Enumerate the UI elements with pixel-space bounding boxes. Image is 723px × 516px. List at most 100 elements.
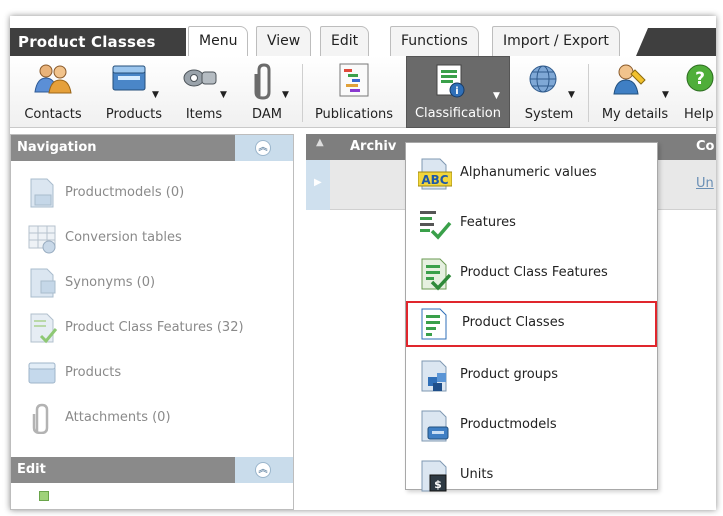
my-details-label: My details <box>601 107 669 122</box>
classification-icon: i <box>433 63 467 103</box>
navigation-title: Navigation <box>17 140 97 155</box>
row-selector[interactable]: ▶ <box>306 160 330 210</box>
classification-label: Classification <box>414 106 502 121</box>
menu-item-label: Features <box>460 215 516 230</box>
my-details-button[interactable]: ▼ My details <box>592 56 678 128</box>
product-class-features-icon <box>27 312 59 344</box>
products-label: Products <box>105 107 163 122</box>
column-header-archive[interactable]: Archiv <box>350 139 396 154</box>
tab-edit[interactable]: Edit <box>320 26 370 56</box>
nav-item-label: Product Class Features (32) <box>65 320 244 335</box>
system-button[interactable]: ▼ System <box>514 56 584 128</box>
menu-item-alphanumeric-values[interactable]: ABC Alphanumeric values <box>406 151 657 197</box>
collapse-up-icon: ︽ <box>255 140 271 156</box>
help-button[interactable]: ? Help <box>680 56 716 128</box>
menu-item-label: Alphanumeric values <box>460 165 597 180</box>
nav-item-conversion-tables[interactable]: Conversion tables <box>27 220 287 256</box>
menu-item-label: Product groups <box>460 367 559 382</box>
product-class-features-icon <box>418 257 452 291</box>
classification-button[interactable]: i ▼ Classification <box>406 56 510 128</box>
tab-bar: Product Classes Menu View Edit Functions… <box>10 16 716 56</box>
menu-item-label: Product Classes <box>462 315 565 330</box>
paperclip-icon <box>249 62 279 106</box>
productmodels-icon <box>418 409 450 443</box>
nav-item-products[interactable]: Products <box>27 355 287 391</box>
contacts-icon <box>33 62 73 98</box>
products-dropdown-arrow[interactable]: ▼ <box>152 90 159 100</box>
products-icon <box>27 357 59 389</box>
nav-item-attachments[interactable]: Attachments (0) <box>27 400 287 436</box>
conversion-table-icon <box>27 222 59 254</box>
items-button[interactable]: ▼ Items <box>172 56 236 128</box>
navigation-collapse-button[interactable]: ︽ <box>235 135 293 161</box>
nav-item-synonyms[interactable]: Synonyms (0) <box>27 265 287 301</box>
toolbar-separator <box>302 64 303 122</box>
products-icon <box>110 62 150 98</box>
dam-button[interactable]: ▼ DAM <box>238 56 296 128</box>
classification-dropdown-arrow[interactable]: ▼ <box>493 91 500 101</box>
menu-item-label: Units <box>460 467 494 482</box>
row-link[interactable]: Un <box>696 176 714 191</box>
units-icon: $ <box>418 459 450 493</box>
user-edit-icon <box>611 62 649 100</box>
system-label: System <box>524 107 574 122</box>
menu-item-features[interactable]: Features <box>406 201 657 247</box>
collapse-up-icon: ︽ <box>255 462 271 478</box>
toolbar-separator <box>588 64 589 122</box>
menu-item-productmodels[interactable]: Productmodels <box>406 403 657 449</box>
tab-bar-filler <box>636 28 716 56</box>
navigation-panel: Navigation ︽ Productmodels (0) Conversio… <box>10 134 294 510</box>
dam-dropdown-arrow[interactable]: ▼ <box>282 90 289 100</box>
tab-menu[interactable]: Menu <box>188 26 249 56</box>
paperclip-icon <box>27 402 59 435</box>
tab-view[interactable]: View <box>256 26 312 56</box>
product-classes-icon <box>418 307 450 341</box>
tab-import-export[interactable]: Import / Export <box>492 26 620 56</box>
menu-item-units[interactable]: $ Units <box>406 453 657 499</box>
row-arrow-icon: ▶ <box>314 177 322 188</box>
help-icon: ? <box>684 62 716 98</box>
column-header-co[interactable]: Co <box>696 139 714 154</box>
menu-item-product-class-features[interactable]: Product Class Features <box>406 251 657 297</box>
help-label: Help <box>684 107 714 122</box>
edit-checkbox[interactable] <box>39 491 49 501</box>
publications-button[interactable]: Publications <box>306 56 402 128</box>
menu-item-product-groups[interactable]: Product groups <box>406 353 657 399</box>
edit-header: Edit ︽ <box>11 457 293 483</box>
globe-icon <box>527 62 563 100</box>
contacts-button[interactable]: Contacts <box>10 56 96 128</box>
navigation-header: Navigation ︽ <box>11 135 293 161</box>
dam-label: DAM <box>252 107 282 122</box>
app-title: Product Classes <box>10 28 186 56</box>
svg-text:?: ? <box>695 69 705 89</box>
tab-functions[interactable]: Functions <box>390 26 479 56</box>
nav-item-label: Attachments (0) <box>65 410 171 425</box>
nav-item-productmodels[interactable]: Productmodels (0) <box>27 175 287 211</box>
publications-icon <box>337 62 371 102</box>
contacts-label: Contacts <box>24 107 82 122</box>
svg-text:$: $ <box>434 478 442 491</box>
nav-item-label: Conversion tables <box>65 230 182 245</box>
abc-icon: ABC <box>417 157 453 191</box>
edit-collapse-button[interactable]: ︽ <box>235 457 293 483</box>
main-toolbar: Contacts ▼ Products ▼ Items ▼ DAM Public… <box>10 56 716 128</box>
application-window: Product Classes Menu View Edit Functions… <box>10 16 716 510</box>
items-dropdown-arrow[interactable]: ▼ <box>220 90 227 100</box>
nav-item-label: Synonyms (0) <box>65 275 156 290</box>
products-button[interactable]: ▼ Products <box>98 56 170 128</box>
svg-text:ABC: ABC <box>421 173 448 187</box>
edit-title: Edit <box>17 462 46 477</box>
features-icon <box>418 207 452 241</box>
sort-up-icon[interactable]: ▲ <box>316 137 324 148</box>
menu-item-product-classes[interactable]: Product Classes <box>406 301 657 347</box>
nav-item-product-class-features[interactable]: Product Class Features (32) <box>27 310 287 346</box>
nav-item-label: Products <box>65 365 122 380</box>
system-dropdown-arrow[interactable]: ▼ <box>568 90 575 100</box>
svg-text:i: i <box>455 86 458 97</box>
menu-item-label: Product Class Features <box>460 265 608 280</box>
items-icon <box>180 62 220 98</box>
synonyms-icon <box>27 267 59 299</box>
my-details-dropdown-arrow[interactable]: ▼ <box>662 90 669 100</box>
productmodels-icon <box>27 177 59 209</box>
menu-item-label: Productmodels <box>460 417 557 432</box>
